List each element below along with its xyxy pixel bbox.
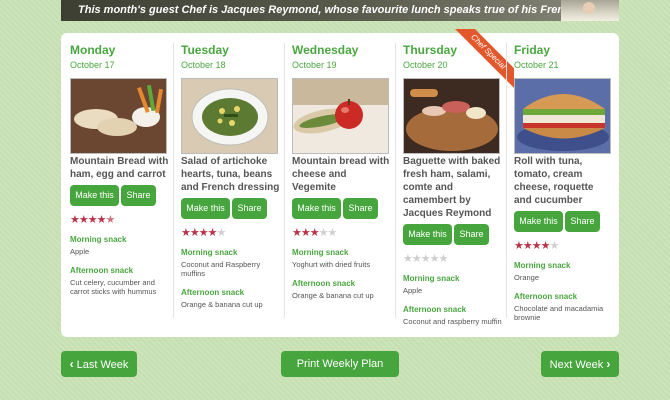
star-icon[interactable]: ★ xyxy=(430,253,440,265)
meal-photo[interactable] xyxy=(292,78,389,154)
next-week-button[interactable]: Next Week › xyxy=(541,351,619,377)
dish-title: Baguette with baked fresh ham, salami, c… xyxy=(403,156,501,219)
morning-snack-value: Apple xyxy=(70,247,90,256)
star-icon[interactable]: ★ xyxy=(319,227,329,239)
morning-snack-value: Orange xyxy=(514,273,540,282)
make-this-button[interactable]: Make this xyxy=(70,185,119,206)
chevron-right-icon: › xyxy=(606,357,611,371)
afternoon-snack-label: Afternoon snack xyxy=(403,305,467,314)
print-weekly-plan-button[interactable]: Print Weekly Plan xyxy=(281,351,399,377)
morning-snack-value: Yoghurt with dried fruits xyxy=(292,260,371,269)
dish-title: Mountain bread with cheese and Vegemite xyxy=(292,156,390,193)
morning-snack-label: Morning snack xyxy=(292,248,349,257)
star-rating[interactable]: ★★★★★ xyxy=(292,227,394,239)
afternoon-snack-label: Afternoon snack xyxy=(514,292,578,301)
star-icon[interactable]: ★ xyxy=(439,253,449,265)
day-name: Tuesday xyxy=(181,43,229,57)
day-name: Friday xyxy=(514,43,551,57)
star-icon[interactable]: ★ xyxy=(292,227,302,239)
last-week-button[interactable]: ‹ Last Week xyxy=(61,351,137,377)
dish-title: Salad of artichoke hearts, tuna, beans a… xyxy=(181,156,280,193)
star-icon[interactable]: ★ xyxy=(190,227,200,239)
make-this-button[interactable]: Make this xyxy=(292,198,341,219)
day-column-thursday: Thursday October 20 Baguette with baked … xyxy=(394,29,514,337)
day-date: October 17 xyxy=(70,60,115,70)
afternoon-snack-label: Afternoon snack xyxy=(292,279,356,288)
morning-snack-label: Morning snack xyxy=(181,248,238,257)
day-date: October 19 xyxy=(292,60,337,70)
star-icon[interactable]: ★ xyxy=(301,227,311,239)
day-column-tuesday: Tuesday October 18 Salad of artichoke he… xyxy=(172,33,283,337)
afternoon-snack-value: Coconut and raspberry muffin xyxy=(403,317,502,326)
star-icon[interactable]: ★ xyxy=(421,253,431,265)
dish-title: Roll with tuna, tomato, cream cheese, ro… xyxy=(514,156,594,206)
make-this-button[interactable]: Make this xyxy=(514,211,563,232)
star-icon[interactable]: ★ xyxy=(412,253,422,265)
meal-photo[interactable] xyxy=(181,78,278,154)
star-icon[interactable]: ★ xyxy=(532,240,542,252)
day-date: October 18 xyxy=(181,60,226,70)
day-name: Monday xyxy=(70,43,116,57)
afternoon-snack-value: Orange & banana cut up xyxy=(292,291,374,300)
share-button[interactable]: Share xyxy=(343,198,378,219)
morning-snack-label: Morning snack xyxy=(70,235,127,244)
star-icon[interactable]: ★ xyxy=(403,253,413,265)
star-icon[interactable]: ★ xyxy=(208,227,218,239)
morning-snack-value: Coconut and Raspberry muffins xyxy=(181,260,261,278)
half-star-icon[interactable]: ★ xyxy=(106,214,116,226)
star-rating[interactable]: ★★★★★ xyxy=(70,214,172,226)
morning-snack-value: Apple xyxy=(403,286,423,295)
afternoon-snack-value: Orange & banana cut up xyxy=(181,300,263,309)
star-icon[interactable]: ★ xyxy=(514,240,524,252)
make-this-button[interactable]: Make this xyxy=(181,198,230,219)
star-icon[interactable]: ★ xyxy=(523,240,533,252)
chevron-left-icon: ‹ xyxy=(69,357,74,371)
day-name: Wednesday xyxy=(292,43,359,57)
star-icon[interactable]: ★ xyxy=(541,240,551,252)
star-icon[interactable]: ★ xyxy=(217,227,227,239)
star-rating[interactable]: ★★★★★ xyxy=(181,227,283,239)
morning-snack-label: Morning snack xyxy=(403,274,460,283)
star-icon[interactable]: ★ xyxy=(97,214,107,226)
star-icon[interactable]: ★ xyxy=(79,214,89,226)
star-icon[interactable]: ★ xyxy=(199,227,209,239)
star-icon[interactable]: ★ xyxy=(181,227,191,239)
chef-banner: This month's guest Chef is Jacques Reymo… xyxy=(61,0,619,21)
star-icon[interactable]: ★ xyxy=(310,227,320,239)
next-week-label: Next Week xyxy=(549,359,604,371)
share-button[interactable]: Share xyxy=(454,224,489,245)
chef-special-ribbon: Chef Special xyxy=(444,29,514,99)
star-icon[interactable]: ★ xyxy=(328,227,338,239)
afternoon-snack-value: Cut celery, cucumber and carrot sticks w… xyxy=(70,278,157,296)
print-label: Print Weekly Plan xyxy=(296,358,384,370)
afternoon-snack-label: Afternoon snack xyxy=(70,266,134,275)
day-column-friday: Friday October 21 Roll with tuna, tomato… xyxy=(505,33,616,337)
last-week-label: Last Week xyxy=(76,359,129,371)
star-rating[interactable]: ★★★★★ xyxy=(514,240,616,252)
share-button[interactable]: Share xyxy=(232,198,267,219)
share-button[interactable]: Share xyxy=(121,185,156,206)
meal-photo[interactable] xyxy=(70,78,167,154)
afternoon-snack-label: Afternoon snack xyxy=(181,288,245,297)
afternoon-snack-value: Chocolate and macadamia brownie xyxy=(514,304,604,322)
star-rating[interactable]: ★★★★★ xyxy=(403,253,505,265)
star-icon[interactable]: ★ xyxy=(88,214,98,226)
banner-text: This month's guest Chef is Jacques Reymo… xyxy=(78,4,612,16)
day-date: October 21 xyxy=(514,60,559,70)
weekly-plan-panel: Monday October 17 Mountain Bread with ha… xyxy=(61,29,619,337)
share-button[interactable]: Share xyxy=(565,211,600,232)
day-column-monday: Monday October 17 Mountain Bread with ha… xyxy=(61,33,172,337)
dish-title: Mountain Bread with ham, egg and carrot xyxy=(70,156,169,180)
day-column-wednesday: Wednesday October 19 Mountain bread with… xyxy=(283,33,394,337)
morning-snack-label: Morning snack xyxy=(514,261,571,270)
meal-photo[interactable] xyxy=(514,78,611,154)
star-icon[interactable]: ★ xyxy=(550,240,560,252)
make-this-button[interactable]: Make this xyxy=(403,224,452,245)
star-icon[interactable]: ★ xyxy=(70,214,80,226)
chef-photo xyxy=(561,0,619,21)
